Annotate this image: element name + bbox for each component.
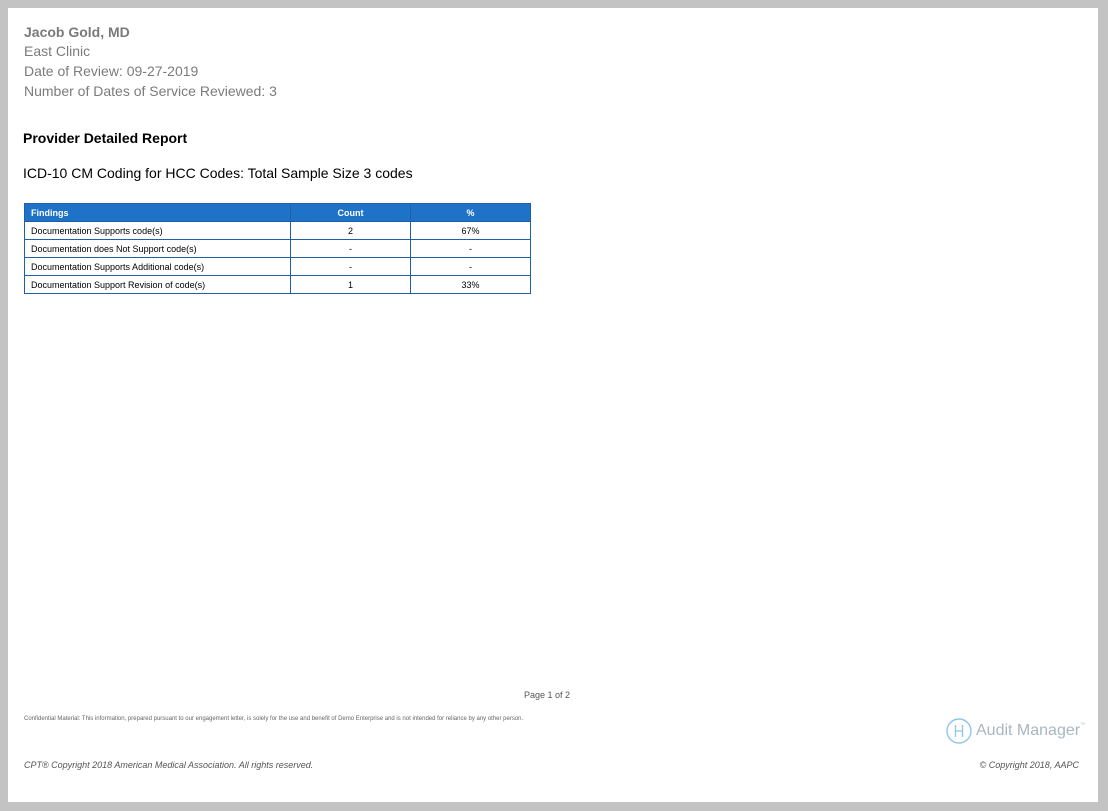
audit-manager-logo-icon bbox=[946, 718, 972, 744]
report-title: Provider Detailed Report bbox=[23, 130, 188, 146]
dates-reviewed: Number of Dates of Service Reviewed: 3 bbox=[24, 83, 277, 99]
table-row: Documentation does Not Support code(s) -… bbox=[24, 239, 531, 258]
report-page: Jacob Gold, MD East Clinic Date of Revie… bbox=[8, 8, 1098, 802]
finding-cell: Documentation Supports Additional code(s… bbox=[24, 257, 291, 276]
audit-manager-logo: Audit Manager™ bbox=[946, 716, 1085, 746]
findings-table: Findings Count % Documentation Supports … bbox=[24, 203, 531, 294]
percent-cell: - bbox=[410, 257, 531, 276]
column-header-count: Count bbox=[290, 203, 411, 222]
column-header-percent: % bbox=[410, 203, 531, 222]
provider-name: Jacob Gold, MD bbox=[24, 24, 130, 40]
count-cell: 1 bbox=[290, 275, 411, 294]
finding-cell: Documentation does Not Support code(s) bbox=[24, 239, 291, 258]
percent-cell: 33% bbox=[410, 275, 531, 294]
finding-cell: Documentation Supports code(s) bbox=[24, 221, 291, 240]
report-subtitle: ICD-10 CM Coding for HCC Codes: Total Sa… bbox=[23, 165, 413, 181]
review-date: Date of Review: 09-27-2019 bbox=[24, 63, 199, 79]
logo-text: Audit Manager™ bbox=[976, 722, 1086, 739]
percent-cell: 67% bbox=[410, 221, 531, 240]
page-number: Page 1 of 2 bbox=[524, 690, 571, 700]
table-row: Documentation Supports code(s) 2 67% bbox=[24, 221, 531, 240]
clinic-name: East Clinic bbox=[24, 43, 91, 59]
table-header-row: Findings Count % bbox=[24, 203, 531, 222]
aapc-copyright: © Copyright 2018, AAPC bbox=[979, 760, 1079, 770]
finding-cell: Documentation Support Revision of code(s… bbox=[24, 275, 291, 294]
count-cell: - bbox=[290, 257, 411, 276]
table-row: Documentation Supports Additional code(s… bbox=[24, 257, 531, 276]
table-row: Documentation Support Revision of code(s… bbox=[24, 275, 531, 294]
column-header-findings: Findings bbox=[24, 203, 291, 222]
percent-cell: - bbox=[410, 239, 531, 258]
count-cell: 2 bbox=[290, 221, 411, 240]
count-cell: - bbox=[290, 239, 411, 258]
cpt-copyright: CPT® Copyright 2018 American Medical Ass… bbox=[24, 760, 314, 770]
confidential-notice: Confidential Material: This information,… bbox=[24, 716, 524, 722]
